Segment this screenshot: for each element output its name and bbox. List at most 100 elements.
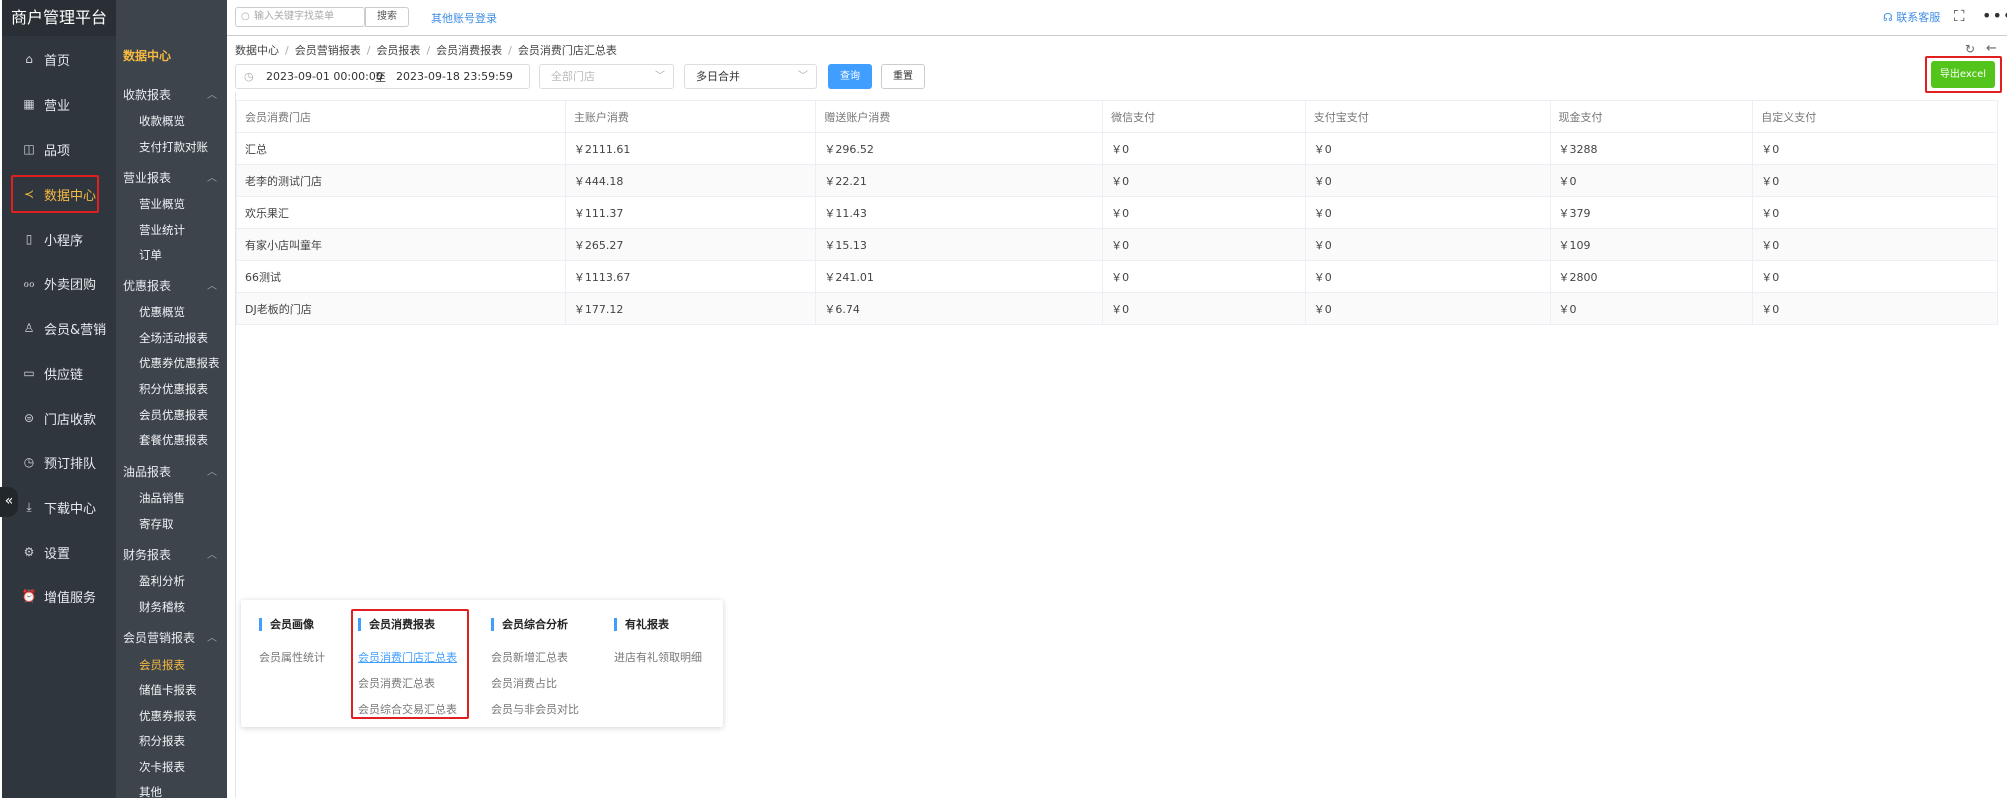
sub-link-finance-audit[interactable]: 财务稽核 <box>139 599 185 615</box>
panel-column-title: 会员综合分析 <box>491 618 579 631</box>
sub-link-profit-analysis[interactable]: 盈利分析 <box>139 573 185 589</box>
sub-group-label: 收款报表 <box>123 88 172 102</box>
table-cell: ￥0 <box>1304 196 1551 229</box>
breadcrumb-item-current: 会员消费门店汇总表 <box>517 44 617 57</box>
column-header: 会员消费门店 <box>236 100 566 133</box>
highlight-box-export <box>1925 56 2002 93</box>
sidebar-item-business[interactable]: ▦ 营业 <box>2 86 116 122</box>
sub-group-business[interactable]: 营业报表 ︿ <box>123 169 217 186</box>
sidebar-item-label: 增值服务 <box>44 590 97 606</box>
sidebar-item-products[interactable]: ◫ 品项 <box>2 131 116 167</box>
content-divider <box>235 92 236 798</box>
query-button[interactable]: 查询 <box>828 64 872 89</box>
table-row: DJ老板的门店 ￥177.12 ￥6.74 ￥0 ￥0 ￥0 ￥0 <box>236 292 1998 325</box>
sidebar-item-mini-program[interactable]: ▯ 小程序 <box>2 221 116 257</box>
sub-group-label: 油品报表 <box>123 465 172 479</box>
sidebar-item-value-added[interactable]: ⏰ 增值服务 <box>2 578 116 614</box>
sub-link-coupon-discount[interactable]: 优惠券优惠报表 <box>139 355 220 371</box>
breadcrumb-item[interactable]: 数据中心 <box>235 44 279 57</box>
sidebar-item-takeout[interactable]: ℴℴ 外卖团购 <box>2 265 116 301</box>
sub-group-oil[interactable]: 油品报表 ︿ <box>123 463 217 480</box>
sub-link-business-overview[interactable]: 营业概览 <box>139 196 185 212</box>
table-cell: ￥0 <box>1304 164 1551 197</box>
sub-link-other[interactable]: 其他 <box>139 784 162 798</box>
sub-link-times-card[interactable]: 次卡报表 <box>139 759 185 775</box>
sub-group-discount[interactable]: 优惠报表 ︿ <box>123 277 217 294</box>
table-cell: 66测试 <box>236 260 566 293</box>
sub-link-points-report[interactable]: 积分报表 <box>139 733 185 749</box>
panel-link-new-members[interactable]: 会员新增汇总表 <box>491 649 579 665</box>
fullscreen-icon[interactable]: ⛶ <box>1954 7 1965 25</box>
sidebar-item-member-marketing[interactable]: ♙ 会员&营销 <box>2 310 116 346</box>
sub-link-points-discount[interactable]: 积分优惠报表 <box>139 381 208 397</box>
table-cell: 汇总 <box>236 132 566 165</box>
sub-link-member-discount[interactable]: 会员优惠报表 <box>139 407 208 423</box>
table-row: 汇总 ￥2111.61 ￥296.52 ￥0 ￥0 ￥3288 ￥0 <box>236 132 1998 165</box>
contact-support-link[interactable]: ☊ 联系客服 <box>1883 9 1940 25</box>
chevron-up-icon: ︿ <box>207 550 217 561</box>
breadcrumb-item[interactable]: 会员报表 <box>376 44 420 57</box>
sub-link-package-discount[interactable]: 套餐优惠报表 <box>139 432 208 448</box>
panel-link-member-attributes[interactable]: 会员属性统计 <box>259 649 325 665</box>
column-header: 自定义支付 <box>1752 100 1998 133</box>
table-cell: ￥0 <box>1752 196 1998 229</box>
sidebar-item-settings[interactable]: ⚙ 设置 <box>2 534 116 570</box>
panel-link-entry-gift-details[interactable]: 进店有礼领取明细 <box>614 649 702 665</box>
sub-group-finance[interactable]: 财务报表 ︿ <box>123 546 217 563</box>
date-range-picker[interactable]: ◷ 2023-09-01 00:00:00 至 2023-09-18 23:59… <box>235 64 530 89</box>
panel-column-member-profile: 会员画像 会员属性统计 <box>259 618 325 665</box>
breadcrumb-item[interactable]: 会员营销报表 <box>295 44 361 57</box>
sub-link-deposit[interactable]: 寄存取 <box>139 516 174 532</box>
table-cell: ￥2111.61 <box>564 132 817 165</box>
sub-link-member-report[interactable]: 会员报表 <box>139 657 185 673</box>
table-row: 欢乐果汇 ￥111.37 ￥11.43 ￥0 ￥0 ￥379 ￥0 <box>236 196 1998 229</box>
panel-link-member-vs-nonmember[interactable]: 会员与非会员对比 <box>491 701 579 717</box>
other-account-login-link[interactable]: 其他账号登录 <box>431 10 497 26</box>
sidebar-item-label: 营业 <box>44 98 71 114</box>
sidebar-collapse-button[interactable]: « <box>0 487 18 517</box>
table-cell: ￥0 <box>1304 228 1551 261</box>
search-icon: ○ <box>241 11 250 22</box>
table-cell: ￥0 <box>1304 132 1551 165</box>
sub-link-store-wide-activity[interactable]: 全场活动报表 <box>139 330 208 346</box>
reset-button[interactable]: 重置 <box>881 64 925 89</box>
table-cell: ￥0 <box>1102 132 1306 165</box>
sub-link-collection-overview[interactable]: 收款概览 <box>139 113 185 129</box>
sub-group-label: 财务报表 <box>123 548 172 562</box>
panel-link-consumption-share[interactable]: 会员消费占比 <box>491 675 579 691</box>
sidebar-item-download-center[interactable]: ⤓ 下载中心 <box>2 489 116 525</box>
sub-link-discount-overview[interactable]: 优惠概览 <box>139 304 185 320</box>
sub-group-collection[interactable]: 收款报表 ︿ <box>123 86 217 103</box>
highlight-box-consumption-report <box>351 609 469 719</box>
sub-link-oil-sales[interactable]: 油品销售 <box>139 490 185 506</box>
menu-search-input[interactable]: ○ 输入关键字找菜单 <box>235 7 365 27</box>
sidebar-item-home[interactable]: ⌂ 首页 <box>2 41 116 77</box>
sub-group-member-marketing[interactable]: 会员营销报表 ︿ <box>123 629 217 646</box>
user-icon: ♙ <box>23 321 35 335</box>
sub-link-coupon-report[interactable]: 优惠券报表 <box>139 708 197 724</box>
refresh-icon[interactable]: ↻ <box>1965 42 1975 56</box>
bag-icon: ◫ <box>23 142 35 156</box>
date-end[interactable]: 2023-09-18 23:59:59 <box>396 70 513 83</box>
table-cell: ￥1113.67 <box>564 260 817 293</box>
more-icon[interactable]: ••• <box>1982 6 2007 25</box>
panel-column-member-analysis: 会员综合分析 会员新增汇总表 会员消费占比 会员与非会员对比 <box>491 618 579 717</box>
sub-link-orders[interactable]: 订单 <box>139 247 162 263</box>
breadcrumb-item[interactable]: 会员消费报表 <box>436 44 502 57</box>
sidebar-item-booking-queue[interactable]: ◷ 预订排队 <box>2 444 116 480</box>
sidebar-item-store-payment[interactable]: ⊜ 门店收款 <box>2 400 116 436</box>
calendar-icon: ▦ <box>23 97 35 111</box>
store-select[interactable]: 全部门店 ﹀ <box>539 64 674 89</box>
sub-link-payment-reconcile[interactable]: 支付打款对账 <box>139 139 208 155</box>
back-arrow-icon[interactable]: ← <box>1986 41 1997 56</box>
table-cell: ￥111.37 <box>564 196 817 229</box>
date-start[interactable]: 2023-09-01 00:00:00 <box>266 70 383 83</box>
table-cell: ￥265.27 <box>564 228 817 261</box>
sidebar-item-supply-chain[interactable]: ▭ 供应链 <box>2 355 116 391</box>
search-button[interactable]: 搜索 <box>365 7 409 27</box>
table-row: 老李的测试门店 ￥444.18 ￥22.21 ￥0 ￥0 ￥0 ￥0 <box>236 164 1998 197</box>
merge-mode-select[interactable]: 多日合并 ﹀ <box>684 64 817 89</box>
sub-link-business-stats[interactable]: 营业统计 <box>139 222 185 238</box>
column-header: 赠送账户消费 <box>815 100 1104 133</box>
sub-link-stored-value-card[interactable]: 储值卡报表 <box>139 682 197 698</box>
